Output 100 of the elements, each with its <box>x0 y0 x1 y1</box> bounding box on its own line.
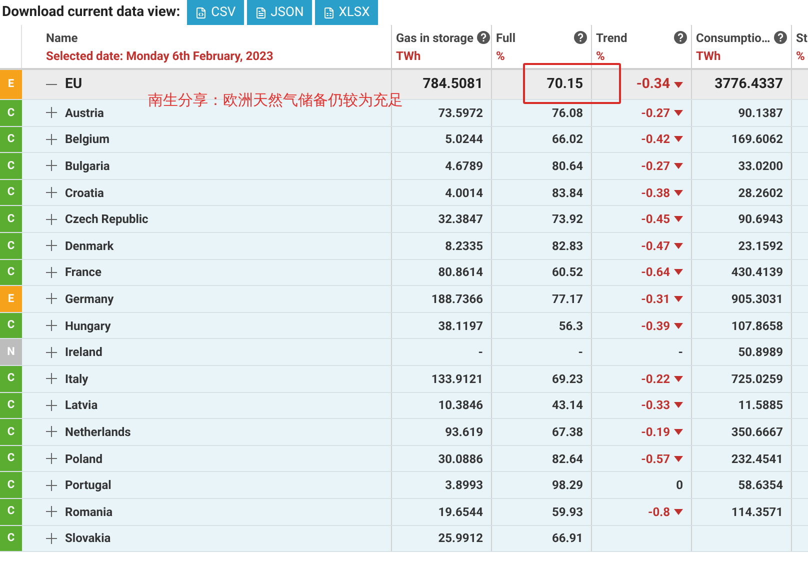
file-icon <box>195 6 208 18</box>
country-name: Poland <box>65 450 103 468</box>
table-cell-text: 76.08 <box>552 104 583 122</box>
help-icon[interactable] <box>774 31 788 44</box>
table-cell-text: 725.0259 <box>731 370 783 388</box>
table-cell-text: -0.39 <box>641 318 670 335</box>
table-cell-text: 107.8658 <box>731 318 783 335</box>
table-cell-text: -0.64 <box>641 264 670 282</box>
table-cell-text: 232.4541 <box>731 450 783 468</box>
expand-icon[interactable] <box>46 320 57 332</box>
table-cell-text: 38.1197 <box>438 318 483 335</box>
table-cell-text: 66.91 <box>552 530 583 548</box>
status-badge: C <box>0 206 22 232</box>
country-name: France <box>65 264 102 282</box>
status-badge: C <box>0 100 22 126</box>
table-cell-text: 83.84 <box>552 184 583 202</box>
expand-icon[interactable] <box>46 532 57 544</box>
expand-icon[interactable] <box>46 453 57 464</box>
expand-icon[interactable] <box>46 373 57 384</box>
table-cell-text: 73.5972 <box>438 104 483 122</box>
table-cell-text: 93.619 <box>445 424 483 441</box>
help-icon[interactable] <box>674 31 687 44</box>
column-unit: % <box>596 48 606 64</box>
country-name: Slovakia <box>65 530 111 548</box>
expand-icon[interactable] <box>46 293 57 304</box>
table-cell-text: 80.8614 <box>438 264 483 282</box>
status-badge: E <box>0 70 22 99</box>
column-header: Full <box>496 30 516 46</box>
expand-icon[interactable] <box>46 480 57 491</box>
status-badge: C <box>0 260 22 286</box>
table-cell-text: 43.14 <box>552 397 583 414</box>
table-cell-text: -0.57 <box>641 450 670 468</box>
table-cell-text: 69.23 <box>552 370 583 388</box>
download-button[interactable]: XLSX <box>314 0 378 25</box>
table-cell-text: 73.92 <box>552 211 583 228</box>
table-cell-text: 82.64 <box>552 450 583 468</box>
table-cell-text: -0.42 <box>641 131 670 148</box>
table-cell-text: 98.29 <box>552 477 583 494</box>
status-badge: N <box>0 339 22 365</box>
expand-icon[interactable] <box>46 426 57 438</box>
table-cell-text: -0.19 <box>641 424 670 441</box>
table-cell-text: - <box>578 344 583 362</box>
table-cell-text: 4.6789 <box>445 158 483 175</box>
column-unit: TWh <box>396 48 422 64</box>
expand-icon[interactable] <box>46 134 57 145</box>
column-header: Consumptio… <box>696 30 770 46</box>
status-badge: C <box>0 366 22 392</box>
expand-icon[interactable] <box>46 160 57 172</box>
expand-icon[interactable] <box>46 346 57 358</box>
table-cell-text: 188.7366 <box>431 290 483 308</box>
expand-icon[interactable] <box>46 400 57 411</box>
table-cell-text: - <box>678 344 683 362</box>
country-name: Ireland <box>65 344 102 362</box>
expand-icon[interactable] <box>46 240 57 252</box>
annotation-text: 南生分享：欧洲天然气储备仍较为充足 <box>148 90 403 111</box>
expand-icon[interactable] <box>46 506 57 518</box>
table-cell-text: 50.8989 <box>738 344 783 362</box>
expand-icon[interactable] <box>46 214 57 225</box>
help-icon[interactable] <box>477 31 490 44</box>
table-cell-text: 5.0244 <box>445 131 483 148</box>
table-cell-text: 77.17 <box>552 290 583 308</box>
table-cell-text: -0.27 <box>641 158 670 175</box>
status-badge: C <box>0 153 22 179</box>
status-badge: C <box>0 312 22 338</box>
table-cell-text: 66.02 <box>552 131 583 148</box>
expand-icon[interactable] <box>46 266 57 278</box>
table-cell-text: -0.33 <box>641 397 670 414</box>
table-cell-text: -0.31 <box>641 290 670 308</box>
table-cell-text: 784.5081 <box>422 75 483 94</box>
table-cell-text: 905.3031 <box>731 290 783 308</box>
download-button[interactable]: CSV <box>187 0 244 25</box>
help-icon[interactable] <box>574 31 587 44</box>
table-cell-text: 30.0886 <box>438 450 483 468</box>
expand-icon[interactable] <box>46 107 57 118</box>
country-name: Latvia <box>65 397 98 414</box>
country-name: Belgium <box>65 131 110 148</box>
country-name: Netherlands <box>65 424 131 441</box>
table-cell-text: 25.9912 <box>438 530 483 548</box>
table-cell-text: 33.0200 <box>738 158 783 175</box>
table-cell-text: -0.27 <box>641 104 670 122</box>
table-cell-text: 350.6667 <box>731 424 783 441</box>
status-badge: E <box>0 286 22 312</box>
status-badge: C <box>0 126 22 152</box>
table-cell-text: - <box>478 344 483 362</box>
table-cell-text: 32.3847 <box>438 211 483 228</box>
table-cell-text: 23.1592 <box>738 238 783 255</box>
table-cell-text: 114.3571 <box>731 504 783 521</box>
expand-icon[interactable] <box>46 187 57 198</box>
table-cell-text: 3.8993 <box>445 477 483 494</box>
table-cell-text: 90.6943 <box>738 211 783 228</box>
status-badge: C <box>0 446 22 472</box>
table-cell-text: 19.6544 <box>438 504 483 521</box>
country-name: Croatia <box>65 184 104 202</box>
country-name: Germany <box>65 290 114 308</box>
table-cell-text: 90.1387 <box>738 104 783 122</box>
table-cell-text: -0.45 <box>641 211 670 228</box>
table-cell-text: 11.5885 <box>738 397 783 414</box>
table-cell-text: -0.47 <box>641 238 670 255</box>
download-button[interactable]: JSON <box>246 0 312 25</box>
country-name: Czech Republic <box>65 211 148 228</box>
